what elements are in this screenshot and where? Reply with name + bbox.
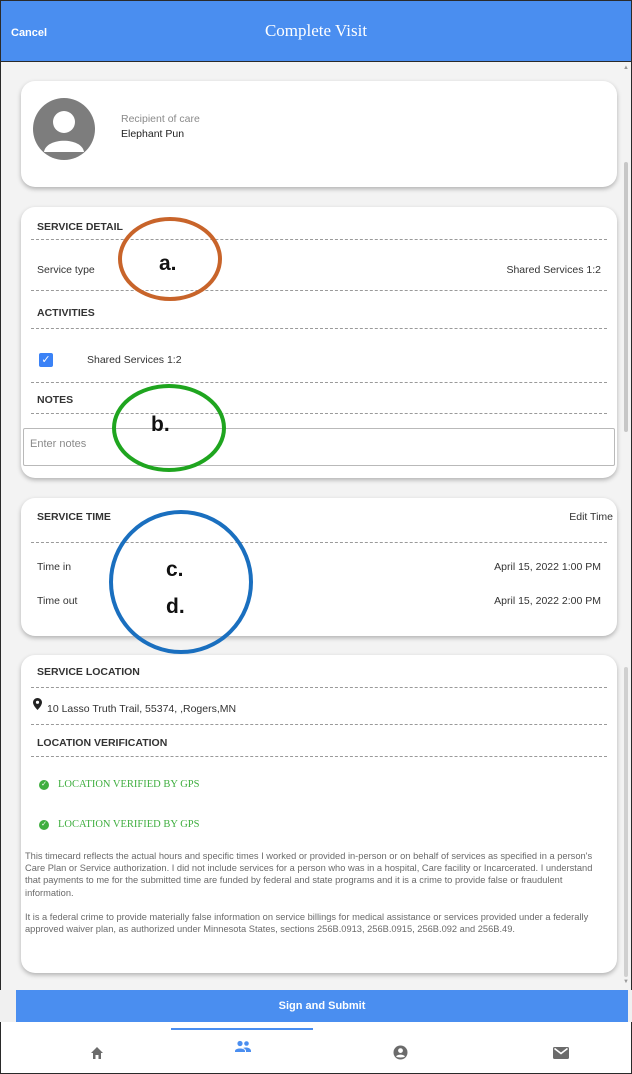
- edit-time-button[interactable]: Edit Time: [569, 511, 613, 523]
- sign-and-submit-button[interactable]: Sign and Submit: [16, 990, 628, 1022]
- service-type-label: Service type: [37, 264, 95, 276]
- check-circle-icon: ✓: [39, 780, 49, 790]
- divider: [31, 724, 607, 725]
- service-location-card: SERVICE LOCATION 10 Lasso Truth Trail, 5…: [21, 655, 617, 973]
- service-time-heading: SERVICE TIME: [37, 511, 111, 523]
- legal-notice: It is a federal crime to provide materia…: [25, 912, 589, 935]
- divider: [31, 290, 607, 291]
- location-verified-status: LOCATION VERIFIED BY GPS: [58, 819, 200, 830]
- person-icon: [44, 111, 84, 152]
- activity-checkbox[interactable]: ✓: [39, 353, 53, 367]
- bottom-tab-bar: [0, 1022, 632, 1074]
- recipient-name: Elephant Pun: [121, 128, 185, 140]
- service-address: 10 Lasso Truth Trail, 55374, ,Rogers,MN: [47, 703, 237, 715]
- annotation-circle-cd: [109, 510, 253, 654]
- location-verification-heading: LOCATION VERIFICATION: [37, 737, 168, 749]
- scrollbar-thumb-lower[interactable]: [624, 667, 628, 977]
- service-detail-card: SERVICE DETAIL Service type Shared Servi…: [21, 207, 617, 478]
- annotation-label-b: b.: [151, 413, 170, 436]
- annotation-label-a: a.: [159, 252, 177, 275]
- app-header: Cancel Complete Visit: [0, 0, 632, 62]
- service-detail-heading: SERVICE DETAIL: [37, 221, 123, 233]
- location-verified-status: LOCATION VERIFIED BY GPS: [58, 779, 200, 790]
- divider: [31, 328, 607, 329]
- divider: [31, 382, 607, 383]
- recipient-label: Recipient of care: [121, 113, 200, 125]
- service-type-value: Shared Services 1:2: [506, 264, 601, 276]
- divider: [31, 687, 607, 688]
- people-icon: [235, 1040, 251, 1052]
- page-title: Complete Visit: [264, 21, 368, 40]
- scroll-down-arrow[interactable]: ▼: [623, 978, 629, 986]
- scrollbar-thumb[interactable]: [624, 162, 628, 432]
- home-icon: [91, 1047, 103, 1059]
- annotation-label-c: c.: [166, 558, 184, 581]
- scroll-content[interactable]: Recipient of care Elephant Pun SERVICE D…: [0, 62, 632, 990]
- service-location-heading: SERVICE LOCATION: [37, 666, 140, 678]
- activities-heading: ACTIVITIES: [37, 307, 95, 319]
- divider: [31, 542, 607, 543]
- active-tab-indicator: [171, 1028, 313, 1030]
- account-circle-icon: [393, 1045, 408, 1060]
- notes-heading: NOTES: [37, 394, 74, 406]
- legal-attestation: This timecard reflects the actual hours …: [25, 851, 593, 898]
- time-in-label: Time in: [37, 561, 72, 573]
- check-icon: ✓: [41, 354, 51, 366]
- tab-people[interactable]: [213, 1040, 273, 1068]
- tab-mail[interactable]: [531, 1040, 591, 1068]
- activity-label: Shared Services 1:2: [87, 354, 182, 366]
- annotation-label-d: d.: [166, 595, 185, 618]
- time-out-value: April 15, 2022 2:00 PM: [494, 595, 601, 607]
- check-circle-icon: ✓: [39, 820, 49, 830]
- tab-account[interactable]: [371, 1040, 431, 1068]
- scroll-up-arrow[interactable]: ▲: [623, 64, 629, 72]
- divider: [31, 756, 607, 757]
- avatar: [33, 98, 95, 160]
- time-in-value: April 15, 2022 1:00 PM: [494, 561, 601, 573]
- divider: [31, 239, 607, 240]
- recipient-card: Recipient of care Elephant Pun: [21, 81, 617, 187]
- mail-icon: [553, 1047, 569, 1059]
- time-out-label: Time out: [37, 595, 78, 607]
- location-pin-icon: [33, 697, 42, 715]
- tab-home[interactable]: [67, 1040, 127, 1068]
